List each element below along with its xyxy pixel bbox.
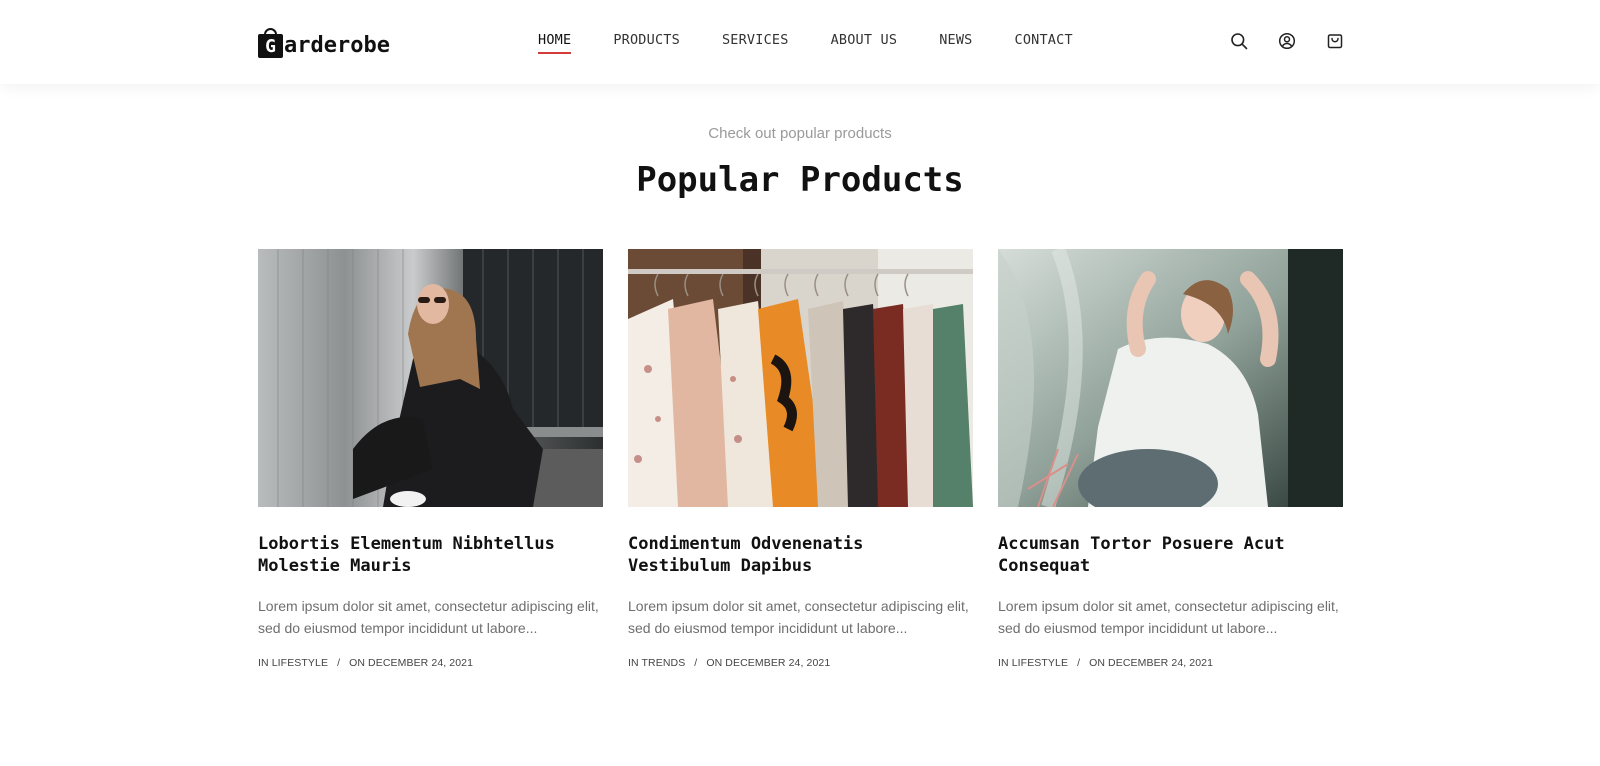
main-nav: HOME PRODUCTS SERVICES ABOUT US NEWS CON… — [538, 32, 1115, 54]
section-eyebrow: Check out popular products — [708, 125, 892, 142]
nav-item-home[interactable]: HOME — [538, 32, 572, 54]
nav-item-services[interactable]: SERVICES — [722, 32, 789, 54]
nav-item-products[interactable]: PRODUCTS — [613, 32, 680, 54]
product-cards: Lobortis Elementum Nibhtellus Molestie M… — [258, 249, 1343, 669]
category-link[interactable]: IN TRENDS — [628, 657, 685, 669]
category-link[interactable]: IN LIFESTYLE — [998, 657, 1068, 669]
section-title: Popular Products — [636, 160, 964, 200]
product-image-clothing-rack[interactable] — [628, 249, 973, 507]
search-icon[interactable] — [1230, 32, 1248, 50]
user-icon[interactable] — [1278, 32, 1296, 50]
post-meta: IN LIFESTYLE / ON DECEMBER 24, 2021 — [258, 657, 603, 669]
meta-separator: / — [1077, 657, 1081, 669]
post-meta: IN TRENDS / ON DECEMBER 24, 2021 — [628, 657, 973, 669]
product-title[interactable]: Condimentum Odvenenatis Vestibulum Dapib… — [628, 533, 973, 577]
post-date: ON DECEMBER 24, 2021 — [706, 657, 831, 669]
nav-item-news[interactable]: NEWS — [939, 32, 972, 54]
post-date: ON DECEMBER 24, 2021 — [1089, 657, 1214, 669]
product-card: Accumsan Tortor Posuere Acut Consequat L… — [998, 249, 1343, 669]
header-icons — [1230, 32, 1344, 50]
meta-separator: / — [337, 657, 341, 669]
product-card: Condimentum Odvenenatis Vestibulum Dapib… — [628, 249, 973, 669]
product-image-woman-in-hoodie[interactable] — [258, 249, 603, 507]
logo-text: arderobe — [284, 33, 390, 58]
product-title[interactable]: Lobortis Elementum Nibhtellus Molestie M… — [258, 533, 603, 577]
product-excerpt: Lorem ipsum dolor sit amet, consectetur … — [258, 598, 599, 636]
category-link[interactable]: IN LIFESTYLE — [258, 657, 328, 669]
product-title[interactable]: Accumsan Tortor Posuere Acut Consequat — [998, 533, 1343, 577]
product-image-woman-in-white-blouse[interactable] — [998, 249, 1343, 507]
meta-separator: / — [694, 657, 698, 669]
cart-icon[interactable] — [1326, 32, 1344, 50]
site-header: G arderobe HOME PRODUCTS SERVICES ABOUT … — [0, 0, 1600, 84]
site-logo[interactable]: G arderobe — [258, 26, 390, 58]
product-excerpt: Lorem ipsum dolor sit amet, consectetur … — [998, 598, 1339, 636]
product-card: Lobortis Elementum Nibhtellus Molestie M… — [258, 249, 603, 669]
nav-item-about-us[interactable]: ABOUT US — [831, 32, 898, 54]
post-meta: IN LIFESTYLE / ON DECEMBER 24, 2021 — [998, 657, 1343, 669]
shopping-bag-logo-icon: G — [258, 28, 283, 58]
post-date: ON DECEMBER 24, 2021 — [349, 657, 474, 669]
product-excerpt: Lorem ipsum dolor sit amet, consectetur … — [628, 598, 969, 636]
nav-item-contact[interactable]: CONTACT — [1015, 32, 1073, 54]
